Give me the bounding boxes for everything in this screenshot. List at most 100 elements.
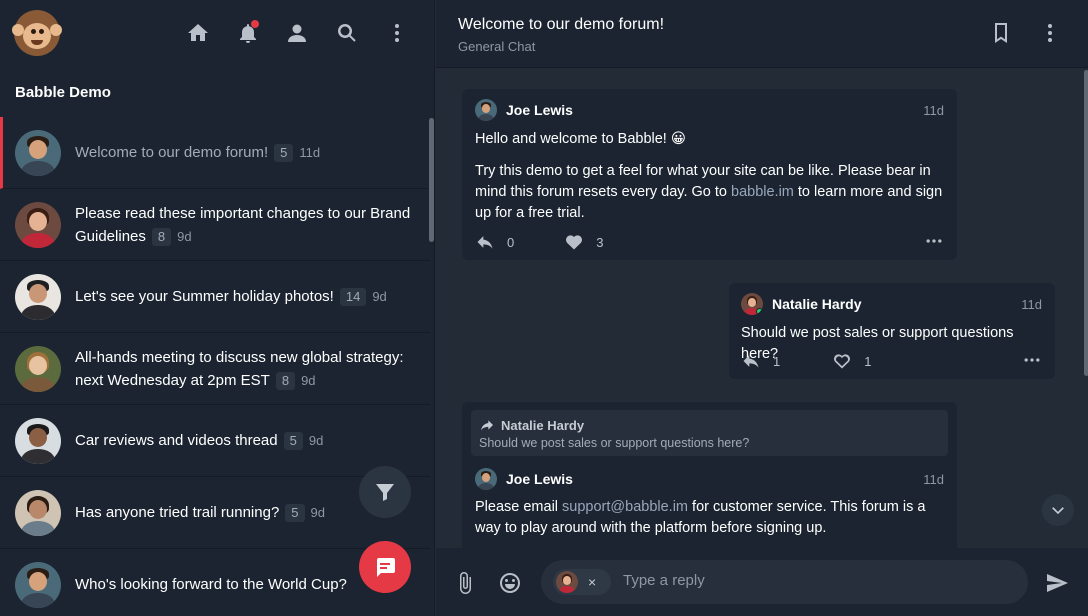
more-vertical-icon[interactable] bbox=[1037, 20, 1063, 46]
more-horizontal-icon[interactable] bbox=[1022, 350, 1042, 373]
topic-age: 9d bbox=[308, 433, 324, 448]
reply-count-badge: 8 bbox=[151, 227, 172, 246]
topic-age: 9d bbox=[177, 228, 192, 244]
filter-icon bbox=[376, 484, 394, 501]
topic-item[interactable]: Let's see your Summer holiday photos! 14 9… bbox=[0, 261, 430, 333]
reply-count: 1 bbox=[773, 353, 781, 369]
topic-age: 9d bbox=[301, 372, 316, 388]
topic-item[interactable]: Please read these important changes to o… bbox=[0, 189, 430, 261]
topic-title: Welcome to our demo forum! bbox=[458, 16, 665, 33]
quoted-reply[interactable]: Natalie Hardy Should we post sales or su… bbox=[471, 410, 948, 456]
reply-count-badge: 5 bbox=[274, 144, 294, 162]
avatar bbox=[15, 345, 61, 392]
scroll-down-button[interactable] bbox=[1042, 494, 1074, 526]
reply-box: × bbox=[541, 560, 1028, 604]
quote-text: Should we post sales or support question… bbox=[479, 436, 750, 450]
bell-icon[interactable] bbox=[235, 20, 261, 46]
reply-icon bbox=[477, 236, 493, 249]
monkey-logo[interactable] bbox=[12, 10, 62, 56]
paperclip-icon[interactable] bbox=[452, 570, 478, 596]
topic-title: Car reviews and videos thread bbox=[75, 432, 278, 449]
avatar[interactable] bbox=[475, 99, 497, 121]
sidebar: Babble Demo Welcome to our demo forum! 5 1… bbox=[0, 0, 435, 616]
message-time: 11d bbox=[1021, 296, 1042, 312]
topic-title: Has anyone tried trail running? bbox=[75, 504, 280, 521]
avatar bbox=[556, 571, 578, 593]
topic-age: 9d bbox=[372, 289, 387, 304]
author-name[interactable]: Joe Lewis bbox=[506, 102, 573, 118]
topic-title: Let's see your Summer holiday photos! bbox=[75, 288, 334, 305]
sidebar-header bbox=[0, 0, 434, 68]
avatar bbox=[15, 561, 61, 608]
emoji-icon[interactable] bbox=[497, 570, 523, 596]
category-label[interactable]: General Chat bbox=[458, 39, 535, 54]
topic-item[interactable]: Welcome to our demo forum! 5 11d bbox=[0, 117, 430, 189]
reply-count-badge: 14 bbox=[339, 288, 367, 306]
message-time: 11d bbox=[923, 471, 944, 487]
bookmark-icon[interactable] bbox=[988, 20, 1014, 46]
author-name[interactable]: Joe Lewis bbox=[506, 471, 573, 487]
reply-count-badge: 5 bbox=[283, 432, 303, 450]
reply-button[interactable]: 0 bbox=[475, 232, 514, 252]
message-body: Hello and welcome to Babble! 😀 Try this … bbox=[475, 129, 944, 235]
avatar[interactable] bbox=[475, 468, 497, 490]
avatar bbox=[15, 129, 61, 176]
babble-link[interactable]: babble.im bbox=[731, 184, 794, 200]
forward-icon bbox=[481, 420, 493, 431]
topic-item[interactable]: All-hands meeting to discuss new global … bbox=[0, 333, 430, 405]
reply-count-badge: 5 bbox=[285, 504, 305, 522]
reply-count-badge: 8 bbox=[275, 371, 296, 390]
topic-list: Welcome to our demo forum! 5 11d Please re… bbox=[0, 117, 430, 616]
support-email-link[interactable]: support@babble.im bbox=[562, 499, 688, 515]
filter-button[interactable] bbox=[359, 466, 411, 518]
like-button[interactable]: 3 bbox=[564, 232, 603, 252]
messages-scrollbar[interactable] bbox=[1084, 70, 1088, 376]
online-status-dot bbox=[756, 308, 763, 315]
new-topic-button[interactable] bbox=[359, 541, 411, 593]
avatar[interactable] bbox=[741, 293, 763, 315]
topic-title: Please read these important changes to o… bbox=[75, 204, 411, 245]
chat-icon bbox=[377, 558, 395, 577]
avatar bbox=[15, 273, 61, 320]
quote-author: Natalie Hardy bbox=[501, 417, 585, 433]
message-paragraph: Please email support@babble.im for custo… bbox=[475, 499, 926, 536]
avatar bbox=[15, 201, 61, 248]
message-time: 11d bbox=[923, 102, 944, 118]
like-button[interactable]: 1 bbox=[832, 351, 871, 371]
message-paragraph: Hello and welcome to Babble! 😀 bbox=[475, 131, 686, 147]
topic-view: Welcome to our demo forum! General Chat … bbox=[436, 0, 1088, 616]
send-icon[interactable] bbox=[1044, 570, 1070, 596]
sidebar-scrollbar[interactable] bbox=[429, 118, 434, 242]
topic-title: All-hands meeting to discuss new global … bbox=[75, 348, 404, 389]
forum-title: Babble Demo bbox=[15, 84, 111, 101]
heart-outline-icon bbox=[834, 354, 851, 369]
notification-dot bbox=[251, 20, 259, 28]
avatar bbox=[15, 417, 61, 464]
reply-target-chip[interactable]: × bbox=[553, 569, 611, 595]
more-vertical-icon[interactable] bbox=[384, 20, 410, 46]
user-icon[interactable] bbox=[284, 20, 310, 46]
like-count: 1 bbox=[864, 353, 872, 369]
message-actions: 0 3 bbox=[475, 232, 944, 252]
more-horizontal-icon[interactable] bbox=[924, 231, 944, 254]
home-icon[interactable] bbox=[185, 20, 211, 46]
topic-item[interactable]: Car reviews and videos thread 5 9d bbox=[0, 405, 430, 477]
close-icon[interactable]: × bbox=[588, 574, 596, 590]
reply-count: 0 bbox=[507, 234, 515, 250]
message-card: Natalie Hardy 11d Should we post sales o… bbox=[729, 283, 1055, 379]
topic-title: Welcome to our demo forum! bbox=[75, 144, 269, 161]
reply-button[interactable]: 1 bbox=[741, 351, 780, 371]
topic-title: Who's looking forward to the World Cup? bbox=[75, 576, 347, 593]
topic-age: 11d bbox=[299, 145, 321, 160]
avatar bbox=[15, 489, 61, 536]
message-card: Joe Lewis 11d Hello and welcome to Babbl… bbox=[462, 89, 957, 260]
chevron-down-icon bbox=[1052, 507, 1064, 515]
topic-header: Welcome to our demo forum! General Chat bbox=[436, 0, 1088, 68]
author-name[interactable]: Natalie Hardy bbox=[772, 296, 861, 312]
like-count: 3 bbox=[596, 234, 604, 250]
search-icon[interactable] bbox=[334, 20, 360, 46]
reply-icon bbox=[743, 355, 759, 368]
reply-input[interactable] bbox=[623, 572, 1003, 589]
reply-composer: × bbox=[436, 548, 1088, 616]
topic-age: 9d bbox=[310, 505, 325, 520]
